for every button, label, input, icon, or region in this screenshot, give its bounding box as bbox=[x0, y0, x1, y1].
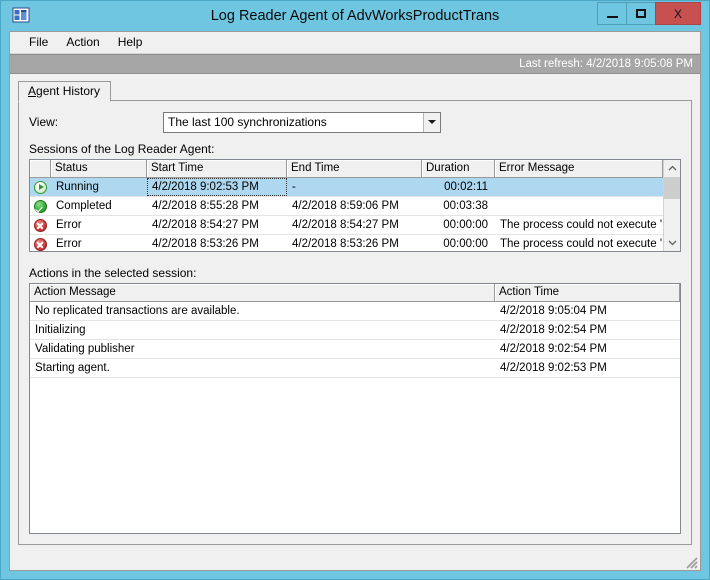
cell-status: Error bbox=[56, 238, 82, 250]
caption-button-group: X bbox=[597, 2, 701, 26]
sessions-header-start-time[interactable]: Start Time bbox=[147, 160, 287, 178]
last-refresh-bar: Last refresh: 4/2/2018 9:05:08 PM bbox=[10, 54, 700, 74]
cell-end-time: 4/2/2018 8:54:27 PM bbox=[292, 219, 399, 231]
cell-action-message: Validating publisher bbox=[35, 343, 135, 355]
cell-error-message bbox=[495, 197, 663, 215]
sessions-grid-columns: Status Start Time End Time Duration Erro… bbox=[30, 160, 663, 251]
cell-status: Completed bbox=[56, 200, 112, 212]
cell-error-message: The process could not execute '... bbox=[500, 238, 663, 250]
screenshot-root: Log Reader Agent of AdvWorksProductTrans… bbox=[0, 0, 710, 580]
view-dropdown-button[interactable] bbox=[423, 112, 440, 132]
cell-end-time: 4/2/2018 8:53:26 PM bbox=[292, 238, 399, 250]
view-dropdown[interactable]: The last 100 synchronizations bbox=[163, 111, 441, 133]
resize-grip-icon[interactable] bbox=[684, 555, 698, 569]
view-row: View: The last 100 synchronizations bbox=[29, 111, 681, 133]
chevron-up-icon bbox=[668, 165, 676, 171]
chevron-down-icon bbox=[668, 240, 676, 246]
tab-strip: Agent History bbox=[18, 80, 692, 102]
list-item[interactable]: Starting agent. 4/2/2018 9:02:53 PM bbox=[30, 359, 680, 378]
cell-action-message: No replicated transactions are available… bbox=[35, 305, 240, 317]
sessions-grid: Status Start Time End Time Duration Erro… bbox=[29, 159, 681, 252]
actions-header-action-message[interactable]: Action Message bbox=[30, 284, 495, 302]
actions-grid-columns: Action Message Action Time No replicated… bbox=[30, 284, 680, 533]
tab-label-rest: gent History bbox=[36, 84, 101, 98]
minimize-button[interactable] bbox=[597, 2, 627, 25]
status-completed-icon bbox=[30, 197, 51, 215]
application-window: Log Reader Agent of AdvWorksProductTrans… bbox=[0, 0, 710, 580]
close-button[interactable]: X bbox=[655, 2, 701, 25]
status-running-icon bbox=[30, 178, 51, 196]
minimize-icon bbox=[606, 15, 618, 18]
menu-file[interactable]: File bbox=[20, 33, 57, 52]
sessions-header-end-time[interactable]: End Time bbox=[287, 160, 422, 178]
title-bar[interactable]: Log Reader Agent of AdvWorksProductTrans… bbox=[9, 1, 701, 31]
table-row[interactable]: Running 4/2/2018 9:02:53 PM - 00:02:11 bbox=[30, 178, 663, 197]
sessions-vertical-scrollbar[interactable] bbox=[663, 160, 680, 251]
menu-help[interactable]: Help bbox=[109, 33, 152, 52]
tab-page-bottom-padding bbox=[29, 534, 681, 544]
chevron-down-icon bbox=[428, 120, 436, 124]
scroll-down-button[interactable] bbox=[664, 234, 680, 251]
cell-error-message: The process could not execute '... bbox=[500, 219, 663, 231]
menu-bar: File Action Help bbox=[10, 32, 700, 54]
status-error-icon bbox=[30, 216, 51, 234]
actions-header-row: Action Message Action Time bbox=[30, 284, 680, 302]
cell-status: Running bbox=[56, 181, 99, 193]
sessions-grid-body: Status Start Time End Time Duration Erro… bbox=[30, 160, 680, 251]
cell-error-message bbox=[495, 178, 663, 196]
cell-duration: 00:00:00 bbox=[443, 238, 488, 250]
tab-accel-letter: A bbox=[28, 84, 37, 98]
cell-start-time: 4/2/2018 8:54:27 PM bbox=[152, 219, 259, 231]
view-label: View: bbox=[29, 115, 59, 129]
list-item[interactable]: No replicated transactions are available… bbox=[30, 302, 680, 321]
sessions-header-error-message[interactable]: Error Message bbox=[495, 160, 663, 178]
cell-action-message: Initializing bbox=[35, 324, 86, 336]
cell-action-time: 4/2/2018 9:02:54 PM bbox=[500, 324, 607, 336]
scroll-up-button[interactable] bbox=[664, 160, 680, 177]
tab-host: Agent History View: The last 100 synchro… bbox=[10, 74, 700, 545]
client-area: File Action Help Last refresh: 4/2/2018 … bbox=[9, 31, 701, 545]
cell-status: Error bbox=[56, 219, 82, 231]
table-row[interactable]: Error 4/2/2018 8:54:27 PM 4/2/2018 8:54:… bbox=[30, 216, 663, 235]
sessions-header-status[interactable]: Status bbox=[51, 160, 147, 178]
scroll-track[interactable] bbox=[664, 177, 680, 234]
tab-agent-history[interactable]: Agent History bbox=[18, 81, 112, 102]
actions-grid-body: Action Message Action Time No replicated… bbox=[30, 284, 680, 533]
cell-action-time: 4/2/2018 9:02:53 PM bbox=[500, 362, 607, 374]
cell-duration: 00:02:11 bbox=[444, 181, 488, 193]
cell-end-time: 4/2/2018 8:59:06 PM bbox=[292, 200, 399, 212]
cell-duration: 00:00:00 bbox=[443, 219, 488, 231]
cell-action-message: Starting agent. bbox=[35, 362, 110, 374]
sessions-header-duration[interactable]: Duration bbox=[422, 160, 495, 178]
window-bottom-strip bbox=[9, 545, 701, 571]
table-row[interactable]: Completed 4/2/2018 8:55:28 PM 4/2/2018 8… bbox=[30, 197, 663, 216]
sessions-header-row: Status Start Time End Time Duration Erro… bbox=[30, 160, 663, 178]
close-icon: X bbox=[673, 6, 682, 21]
cell-action-time: 4/2/2018 9:05:04 PM bbox=[500, 305, 607, 317]
view-dropdown-value: The last 100 synchronizations bbox=[168, 115, 327, 129]
actions-header-action-time[interactable]: Action Time bbox=[495, 284, 680, 302]
table-row[interactable]: Error 4/2/2018 8:53:26 PM 4/2/2018 8:53:… bbox=[30, 235, 663, 251]
maximize-button[interactable] bbox=[626, 2, 656, 25]
status-error-icon bbox=[30, 235, 51, 251]
scroll-thumb[interactable] bbox=[664, 177, 680, 199]
list-item[interactable]: Initializing 4/2/2018 9:02:54 PM bbox=[30, 321, 680, 340]
actions-caption: Actions in the selected session: bbox=[29, 266, 197, 280]
last-refresh-text: Last refresh: 4/2/2018 9:05:08 PM bbox=[519, 58, 693, 70]
sessions-caption: Sessions of the Log Reader Agent: bbox=[29, 142, 215, 156]
cell-start-time: 4/2/2018 8:55:28 PM bbox=[152, 200, 259, 212]
list-item[interactable]: Validating publisher 4/2/2018 9:02:54 PM bbox=[30, 340, 680, 359]
cell-action-time: 4/2/2018 9:02:54 PM bbox=[500, 343, 607, 355]
actions-grid: Action Message Action Time No replicated… bbox=[29, 283, 681, 534]
cell-end-time: - bbox=[292, 181, 296, 193]
cell-start-time: 4/2/2018 9:02:53 PM bbox=[147, 178, 287, 196]
sessions-header-icon[interactable] bbox=[30, 160, 51, 178]
cell-duration: 00:03:38 bbox=[443, 200, 488, 212]
maximize-icon bbox=[636, 9, 646, 18]
menu-action[interactable]: Action bbox=[57, 33, 108, 52]
cell-start-time: 4/2/2018 8:53:26 PM bbox=[152, 238, 259, 250]
tab-page-agent-history: View: The last 100 synchronizations Sess… bbox=[18, 100, 692, 545]
